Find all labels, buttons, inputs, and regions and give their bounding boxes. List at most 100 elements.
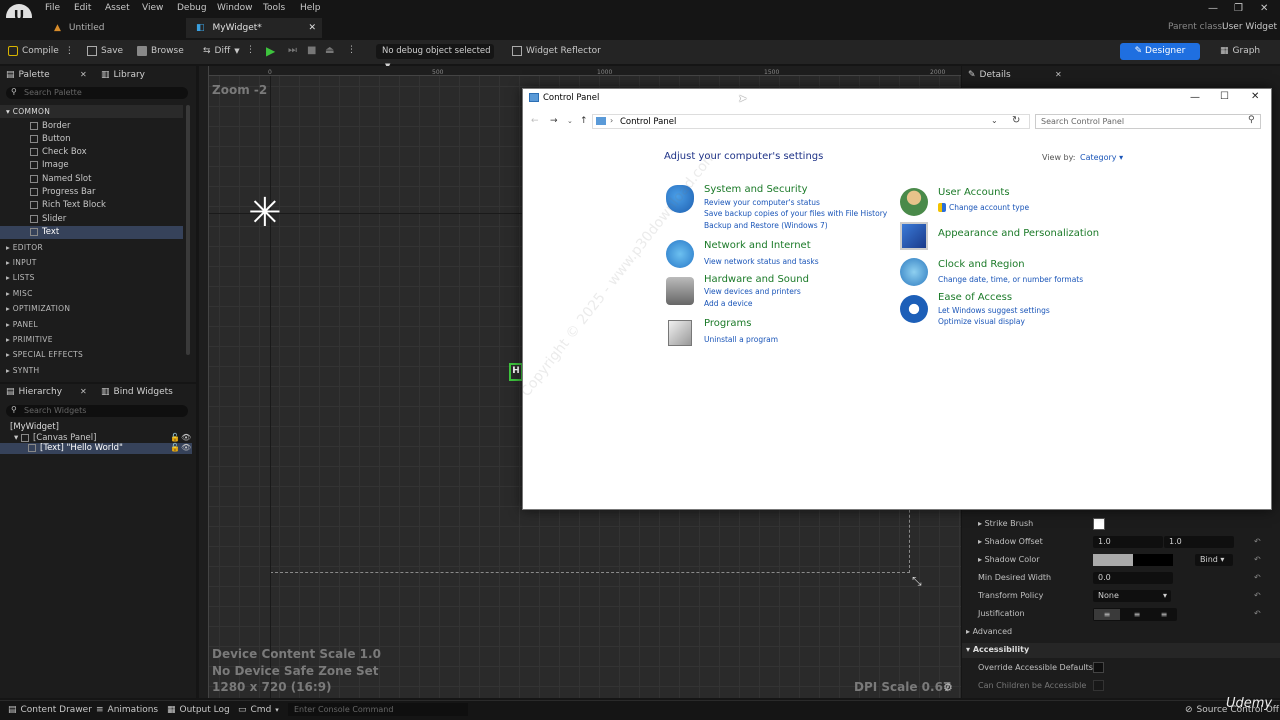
stop-icon[interactable]: ■	[307, 45, 316, 56]
control-panel-search-input[interactable]: Search Control Panel	[1035, 114, 1261, 129]
save-button[interactable]: Save	[87, 46, 123, 56]
menu-debug[interactable]: Debug	[177, 3, 207, 13]
parent-class-value[interactable]: User Widget	[1222, 22, 1277, 32]
cp-link-optimize-display[interactable]: Optimize visual display	[938, 317, 1025, 326]
play-options-icon[interactable]: ⋮	[347, 45, 356, 55]
reset-arrow-icon[interactable]: ↶	[1254, 537, 1261, 546]
palette-category-special-effects[interactable]: ▸ SPECIAL EFFECTS	[6, 350, 83, 359]
palette-item-progress-bar[interactable]: Progress Bar	[30, 187, 96, 197]
strike-brush-swatch[interactable]	[1093, 518, 1105, 530]
forward-arrow-icon[interactable]: →	[550, 116, 558, 126]
refresh-icon[interactable]: ↻	[1012, 115, 1020, 126]
section-advanced[interactable]: ▸ Advanced	[966, 627, 1012, 636]
shadow-color-swatch[interactable]	[1093, 554, 1173, 566]
shadow-offset-x-input[interactable]: 1.0	[1093, 536, 1163, 548]
details-close-icon[interactable]: ✕	[1055, 70, 1062, 79]
gear-icon[interactable]: ⚙	[943, 681, 953, 694]
justify-center-icon[interactable]: ≡	[1124, 609, 1150, 620]
reset-arrow-icon[interactable]: ↶	[1254, 555, 1261, 564]
up-arrow-icon[interactable]: ↑	[580, 116, 588, 126]
palette-category-optimization[interactable]: ▸ OPTIMIZATION	[6, 304, 70, 313]
tab-untitled[interactable]: ▲ Untitled	[44, 18, 180, 38]
recent-chevron-icon[interactable]: ⌄	[567, 117, 573, 125]
restore-icon[interactable]: ❐	[1234, 3, 1243, 14]
graph-button[interactable]: ▦ Graph	[1220, 46, 1260, 56]
tab-hierarchy[interactable]: ▤ Hierarchy	[6, 387, 62, 397]
cp-category-network-internet[interactable]: Network and Internet	[704, 240, 811, 251]
play-icon[interactable]: ▶	[266, 44, 275, 58]
palette-item-rich-text-block[interactable]: Rich Text Block	[30, 200, 106, 210]
cp-category-hardware-sound[interactable]: Hardware and Sound	[704, 274, 809, 285]
palette-scrollbar[interactable]	[186, 105, 190, 355]
cmd-button[interactable]: ▭ Cmd ▾	[238, 705, 279, 715]
menu-file[interactable]: File	[45, 3, 60, 13]
cp-category-programs[interactable]: Programs	[704, 318, 751, 329]
palette-item-image[interactable]: Image	[30, 160, 69, 170]
palette-item-text[interactable]: Text	[30, 227, 59, 237]
lock-icon[interactable]: 🔓	[170, 443, 180, 452]
debug-object-select[interactable]: No debug object selected ▼	[376, 44, 494, 70]
lock-icon[interactable]: 🔓	[170, 433, 180, 442]
cp-link-network-status[interactable]: View network status and tasks	[704, 257, 819, 266]
palette-category-editor[interactable]: ▸ EDITOR	[6, 243, 43, 252]
override-accessible-checkbox[interactable]	[1093, 662, 1104, 673]
cp-link-backup-restore[interactable]: Backup and Restore (Windows 7)	[704, 221, 828, 230]
tab-library[interactable]: ▥ Library	[101, 70, 145, 80]
animations-button[interactable]: ≡ Animations	[96, 705, 158, 715]
step-icon[interactable]: ⏭	[288, 45, 297, 56]
transform-policy-select[interactable]: None ▾	[1093, 590, 1171, 602]
close-icon[interactable]: ✕	[1260, 3, 1268, 14]
palette-category-panel[interactable]: ▸ PANEL	[6, 320, 38, 329]
designer-button[interactable]: ✎ Designer	[1120, 43, 1200, 60]
hierarchy-item-canvas-panel[interactable]: ▾ [Canvas Panel]	[14, 433, 96, 443]
palette-close-icon[interactable]: ✕	[80, 70, 87, 79]
output-log-button[interactable]: ▦ Output Log	[167, 705, 230, 715]
menu-asset[interactable]: Asset	[105, 3, 130, 13]
cp-link-change-account-type[interactable]: Change account type	[949, 203, 1029, 212]
section-accessibility[interactable]: ▾ Accessibility	[966, 645, 1029, 654]
tab-palette[interactable]: ▤ Palette	[6, 70, 50, 80]
resize-handle-icon[interactable]: ⤡	[912, 574, 922, 589]
reset-arrow-icon[interactable]: ↶	[1254, 591, 1261, 600]
menu-edit[interactable]: Edit	[74, 3, 91, 13]
shadow-color-bind-button[interactable]: Bind ▾	[1195, 554, 1233, 566]
console-command-input[interactable]: Enter Console Command	[288, 703, 468, 716]
cp-maximize-icon[interactable]: ☐	[1220, 91, 1229, 102]
palette-item-button[interactable]: Button	[30, 134, 70, 144]
cp-link-review-status[interactable]: Review your computer's status	[704, 198, 820, 207]
hello-world-text-widget[interactable]: H	[509, 363, 523, 381]
eye-icon[interactable]: 👁	[181, 443, 191, 452]
eject-icon[interactable]: ⏏	[325, 45, 334, 56]
cp-close-icon[interactable]: ✕	[1251, 91, 1259, 102]
palette-item-named-slot[interactable]: Named Slot	[30, 174, 91, 184]
reset-arrow-icon[interactable]: ↶	[1254, 609, 1261, 618]
cp-link-suggest-settings[interactable]: Let Windows suggest settings	[938, 306, 1050, 315]
cp-link-add-device[interactable]: Add a device	[704, 299, 753, 308]
widget-reflector-button[interactable]: Widget Reflector	[512, 46, 601, 56]
cp-minimize-icon[interactable]: —	[1190, 92, 1200, 103]
palette-search-input[interactable]: Search Palette	[6, 87, 188, 99]
shadow-offset-y-input[interactable]: 1.0	[1164, 536, 1234, 548]
hierarchy-search-input[interactable]: Search Widgets	[6, 405, 188, 417]
tab-mywidget[interactable]: ◧ MyWidget* ✕	[186, 18, 322, 38]
min-desired-width-input[interactable]: 0.0	[1093, 572, 1173, 584]
palette-category-primitive[interactable]: ▸ PRIMITIVE	[6, 335, 53, 344]
menu-window[interactable]: Window	[217, 3, 253, 13]
hierarchy-item-mywidget[interactable]: [MyWidget]	[10, 422, 59, 432]
diff-button[interactable]: ⇆ Diff ▼	[203, 46, 240, 56]
control-panel-window[interactable]	[522, 88, 1272, 510]
cp-category-user-accounts[interactable]: User Accounts	[938, 187, 1010, 198]
justify-left-icon[interactable]: ≡	[1094, 609, 1120, 620]
palette-category-input[interactable]: ▸ INPUT	[6, 258, 37, 267]
cp-link-date-time[interactable]: Change date, time, or number formats	[938, 275, 1083, 284]
back-arrow-icon[interactable]: ←	[531, 116, 539, 126]
minimize-icon[interactable]: —	[1208, 3, 1218, 14]
tab-details[interactable]: ✎ Details	[968, 70, 1011, 80]
compile-options-icon[interactable]: ⋮	[65, 46, 74, 56]
palette-category-synth[interactable]: ▸ SYNTH	[6, 366, 39, 375]
justify-right-icon[interactable]: ≡	[1152, 609, 1176, 620]
cp-link-devices-printers[interactable]: View devices and printers	[704, 287, 801, 296]
view-by-select[interactable]: Category ▾	[1080, 153, 1123, 162]
cp-link-uninstall[interactable]: Uninstall a program	[704, 335, 778, 344]
menu-help[interactable]: Help	[300, 3, 321, 13]
